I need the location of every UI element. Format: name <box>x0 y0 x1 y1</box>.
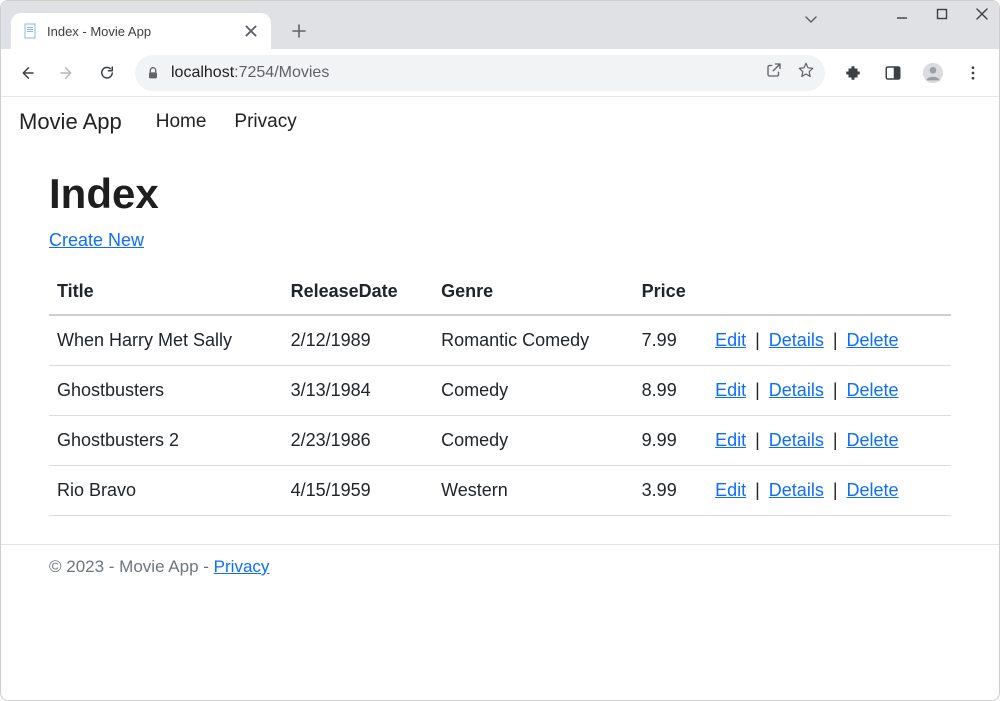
cell-title: When Harry Met Sally <box>49 315 283 366</box>
window-minimize-icon[interactable] <box>895 7 909 26</box>
cell-genre: Western <box>433 466 634 516</box>
details-link[interactable]: Details <box>769 480 824 500</box>
cell-actions: Edit | Details | Delete <box>707 315 951 366</box>
cell-title: Ghostbusters 2 <box>49 416 283 466</box>
forward-button[interactable] <box>49 55 85 91</box>
url-host: localhost <box>171 64 234 81</box>
table-row: Rio Bravo 4/15/1959 Western 3.99 Edit | … <box>49 466 951 516</box>
new-tab-button[interactable] <box>285 17 313 45</box>
cell-actions: Edit | Details | Delete <box>707 366 951 416</box>
browser-window: Index - Movie App <box>0 0 1000 701</box>
table-row: Ghostbusters 3/13/1984 Comedy 8.99 Edit … <box>49 366 951 416</box>
window-close-icon[interactable] <box>975 7 989 26</box>
bookmark-star-icon[interactable] <box>797 61 815 84</box>
th-price: Price <box>634 269 707 315</box>
delete-link[interactable]: Delete <box>847 330 899 350</box>
th-title: Title <box>49 269 283 315</box>
th-releasedate: ReleaseDate <box>283 269 433 315</box>
delete-link[interactable]: Delete <box>847 480 899 500</box>
cell-actions: Edit | Details | Delete <box>707 416 951 466</box>
footer-text: © 2023 - Movie App - <box>49 557 214 576</box>
browser-toolbar: localhost:7254/Movies <box>1 49 999 97</box>
site-footer: © 2023 - Movie App - Privacy <box>1 544 999 589</box>
footer-privacy-link[interactable]: Privacy <box>214 557 270 576</box>
nav-link-home[interactable]: Home <box>156 111 207 133</box>
table-row: When Harry Met Sally 2/12/1989 Romantic … <box>49 315 951 366</box>
table-header-row: Title ReleaseDate Genre Price <box>49 269 951 315</box>
delete-link[interactable]: Delete <box>847 430 899 450</box>
page-favicon-icon <box>23 23 39 39</box>
edit-link[interactable]: Edit <box>715 480 746 500</box>
cell-price: 9.99 <box>634 416 707 466</box>
address-bar[interactable]: localhost:7254/Movies <box>135 55 825 91</box>
th-actions <box>707 269 951 315</box>
main-container: Index Create New Title ReleaseDate Genre… <box>1 144 999 516</box>
tab-strip: Index - Movie App <box>1 1 999 49</box>
navbar-brand[interactable]: Movie App <box>19 109 122 135</box>
details-link[interactable]: Details <box>769 380 824 400</box>
details-link[interactable]: Details <box>769 430 824 450</box>
browser-tab[interactable]: Index - Movie App <box>11 13 271 49</box>
tab-search-chevron-icon[interactable] <box>803 11 819 32</box>
th-genre: Genre <box>433 269 634 315</box>
extensions-icon[interactable] <box>835 55 871 91</box>
details-link[interactable]: Details <box>769 330 824 350</box>
cell-title: Rio Bravo <box>49 466 283 516</box>
window-controls <box>895 7 989 26</box>
share-icon[interactable] <box>765 61 783 84</box>
browser-menu-icon[interactable] <box>955 55 991 91</box>
edit-link[interactable]: Edit <box>715 330 746 350</box>
reload-button[interactable] <box>89 55 125 91</box>
lock-icon <box>145 65 161 81</box>
table-row: Ghostbusters 2 2/23/1986 Comedy 9.99 Edi… <box>49 416 951 466</box>
cell-releasedate: 3/13/1984 <box>283 366 433 416</box>
edit-link[interactable]: Edit <box>715 380 746 400</box>
cell-price: 7.99 <box>634 315 707 366</box>
site-navbar: Movie App Home Privacy <box>1 97 999 144</box>
edit-link[interactable]: Edit <box>715 430 746 450</box>
profile-avatar-icon[interactable] <box>915 55 951 91</box>
url-text: localhost:7254/Movies <box>171 64 329 82</box>
cell-genre: Romantic Comedy <box>433 315 634 366</box>
cell-genre: Comedy <box>433 366 634 416</box>
cell-genre: Comedy <box>433 416 634 466</box>
url-path: :7254/Movies <box>234 64 329 81</box>
create-new-link[interactable]: Create New <box>49 230 144 251</box>
back-button[interactable] <box>9 55 45 91</box>
tab-close-icon[interactable] <box>243 23 259 39</box>
window-maximize-icon[interactable] <box>935 7 949 26</box>
nav-link-privacy[interactable]: Privacy <box>234 111 296 133</box>
cell-price: 8.99 <box>634 366 707 416</box>
cell-title: Ghostbusters <box>49 366 283 416</box>
tab-title: Index - Movie App <box>47 24 235 39</box>
page-heading: Index <box>49 170 951 218</box>
side-panel-icon[interactable] <box>875 55 911 91</box>
cell-price: 3.99 <box>634 466 707 516</box>
cell-releasedate: 2/12/1989 <box>283 315 433 366</box>
cell-releasedate: 4/15/1959 <box>283 466 433 516</box>
delete-link[interactable]: Delete <box>847 380 899 400</box>
cell-releasedate: 2/23/1986 <box>283 416 433 466</box>
movies-table: Title ReleaseDate Genre Price When Harry… <box>49 269 951 516</box>
cell-actions: Edit | Details | Delete <box>707 466 951 516</box>
page-content: Movie App Home Privacy Index Create New … <box>1 97 999 700</box>
